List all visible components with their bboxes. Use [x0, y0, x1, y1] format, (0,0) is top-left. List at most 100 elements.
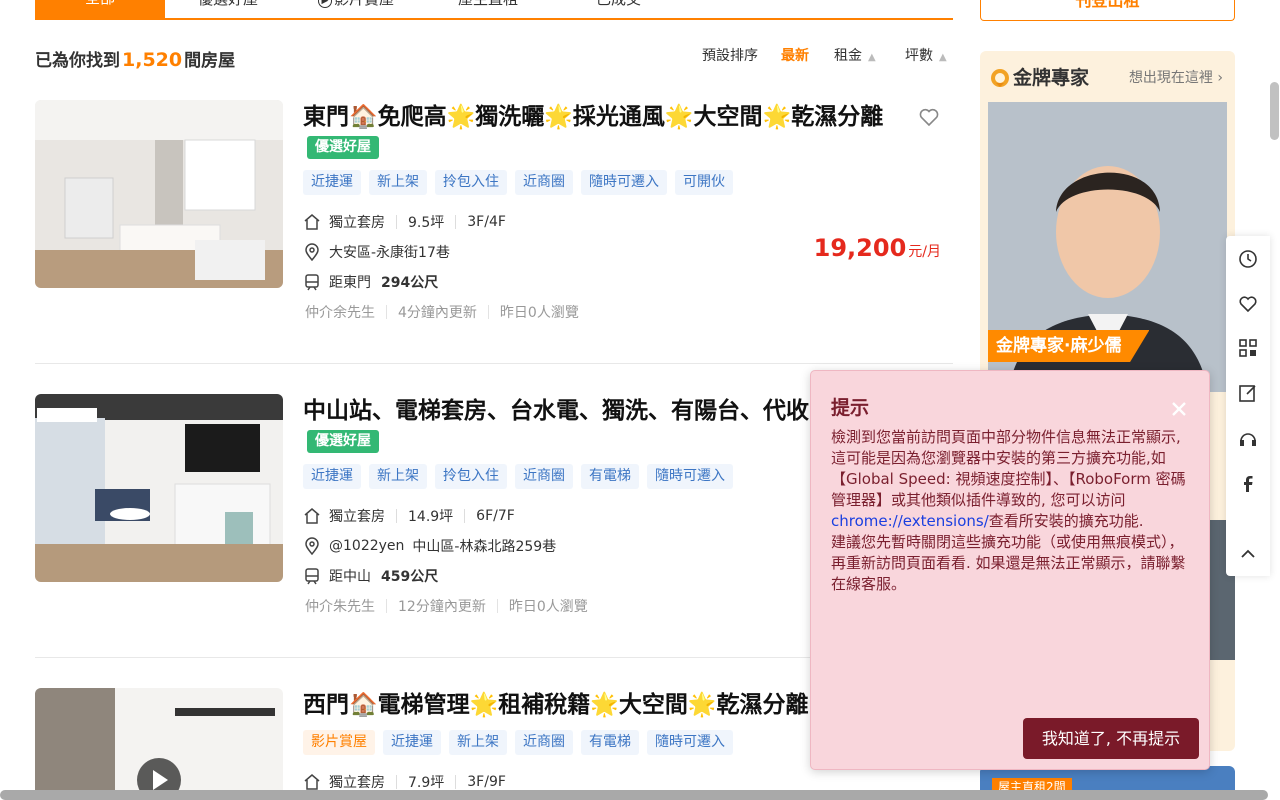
price-value: 19,200: [813, 234, 907, 262]
extensions-link[interactable]: chrome://extensions/: [831, 512, 989, 530]
dialog-text: 檢測到您當前訪問頁面中部分物件信息無法正常顯示, 這可能是因為您瀏覽器中安裝的第…: [831, 428, 1186, 509]
post-rental-button[interactable]: 刊登出租: [980, 0, 1235, 21]
edit-icon: [1239, 385, 1256, 402]
agent-name: 仲介余先生: [305, 305, 375, 321]
customer-service-button[interactable]: [1226, 417, 1270, 461]
tab-video[interactable]: ▶影片賞屋: [318, 0, 394, 9]
address-text: 中山區-林森北路259巷: [412, 539, 557, 555]
sort-size[interactable]: 坪數 ▲: [905, 45, 947, 65]
results-number: 1,520: [122, 49, 183, 71]
tab-all[interactable]: 全部: [35, 0, 165, 20]
property-size: 14.9坪: [408, 509, 454, 525]
station-distance: 294公尺: [381, 275, 439, 291]
home-icon: [304, 508, 320, 524]
property-transit: 距東門 294公尺: [303, 272, 438, 292]
listing-title[interactable]: 中山站、電梯套房、台水電、獨洗、有陽台、代收: [303, 394, 823, 428]
sort-arrow-icon: ▲: [868, 52, 876, 63]
location-pin-icon: [305, 243, 319, 261]
property-floor: 3F/4F: [467, 214, 506, 230]
tag: 近捷運: [303, 170, 361, 195]
facebook-icon: [1244, 476, 1253, 492]
sort-latest[interactable]: 最新: [781, 45, 809, 65]
property-type: 獨立套房: [329, 215, 385, 231]
property-address: @1022yen 中山區-林森北路259巷: [303, 536, 556, 556]
close-icon[interactable]: [1169, 399, 1189, 419]
listing-meta: 仲介余先生 4分鐘內更新 昨日0人瀏覽: [305, 302, 579, 322]
tab-closed[interactable]: 已成交: [596, 0, 641, 9]
view-count: 昨日0人瀏覽: [499, 305, 579, 321]
extension-warning-dialog: 提示 檢測到您當前訪問頁面中部分物件信息無法正常顯示, 這可能是因為您瀏覽器中安…: [810, 370, 1210, 770]
property-address: 大安區-永康街17巷: [303, 242, 450, 262]
update-time: 12分鐘內更新: [398, 599, 486, 615]
gold-expert-title: 金牌專家: [990, 63, 1089, 90]
chevron-up-icon: [1241, 549, 1255, 558]
listing-photo[interactable]: [35, 100, 283, 288]
home-icon: [304, 774, 320, 790]
sort-default[interactable]: 預設排序: [702, 45, 758, 65]
tag: 隨時可遷入: [647, 464, 733, 489]
dismiss-button[interactable]: 我知道了, 不再提示: [1023, 718, 1199, 759]
dialog-text: 建議您先暫時關閉這些擴充功能（或使用無痕模式），再重新訪問頁面看看. 如果還是無…: [831, 533, 1186, 593]
tag: 有電梯: [581, 464, 639, 489]
view-count: 昨日0人瀏覽: [508, 599, 588, 615]
sort-size-label: 坪數: [905, 48, 933, 64]
headset-icon: [1240, 433, 1256, 446]
tag: 近商圈: [515, 730, 573, 755]
tag: 可開伙: [675, 170, 733, 195]
advertise-link-text: 想出現在這裡: [1128, 70, 1213, 86]
qr-code-button[interactable]: [1226, 326, 1270, 370]
property-info: 獨立套房 9.5坪 3F/4F: [303, 212, 506, 232]
qr-code-icon: [1239, 339, 1257, 357]
property-type: 獨立套房: [329, 775, 385, 791]
tag-list: 近捷運 新上架 拎包入住 近商圈 隨時可遷入 可開伙: [303, 170, 733, 195]
divider: [35, 363, 953, 364]
history-icon: [1239, 250, 1257, 268]
floating-toolbar: [1226, 236, 1270, 576]
listing-title[interactable]: 西門🏠電梯管理🌟租補稅籍🌟大空間🌟乾濕分離: [303, 688, 823, 722]
tag: 近捷運: [383, 730, 441, 755]
sort-rent-label: 租金: [834, 48, 862, 64]
property-info: 獨立套房 7.9坪 3F/9F: [303, 772, 506, 792]
favorites-button[interactable]: [1226, 282, 1270, 326]
tag-list: 近捷運 新上架 拎包入住 近商圈 有電梯 隨時可遷入: [303, 464, 733, 489]
listing-photo[interactable]: [35, 394, 283, 582]
tag: 有電梯: [581, 730, 639, 755]
tag: 拎包入住: [435, 170, 507, 195]
station-name: 距中山: [329, 569, 371, 585]
tag: 隨時可遷入: [581, 170, 667, 195]
facebook-button[interactable]: [1226, 462, 1270, 506]
dialog-title: 提示: [831, 397, 870, 419]
address-prefix: @1022yen: [329, 538, 405, 554]
home-icon: [304, 214, 320, 230]
address-text: 大安區-永康街17巷: [329, 245, 450, 261]
tag: 近商圈: [515, 464, 573, 489]
tab-premium[interactable]: 優選好屋: [198, 0, 258, 9]
premium-badge: 優選好屋: [307, 136, 379, 159]
sort-arrow-icon: ▲: [939, 52, 947, 63]
back-to-top-button[interactable]: [1226, 532, 1270, 576]
tag: 近商圈: [515, 170, 573, 195]
advertise-link[interactable]: 想出現在這裡 ›: [1129, 67, 1223, 87]
vertical-scrollbar[interactable]: [1270, 82, 1279, 140]
tag: 拎包入住: [435, 464, 507, 489]
tab-owner[interactable]: 屋主直租: [458, 0, 518, 9]
gold-title-text: 金牌專家: [1013, 67, 1090, 89]
listing-title[interactable]: 東門🏠免爬高🌟獨洗曬🌟採光通風🌟大空間🌟乾濕分離: [303, 100, 913, 134]
premium-badge: 優選好屋: [307, 430, 379, 453]
property-floor: 6F/7F: [476, 508, 515, 524]
price-unit: 元/月: [908, 244, 941, 260]
history-button[interactable]: [1226, 237, 1270, 281]
agent-name: 仲介朱先生: [305, 599, 375, 615]
results-count: 已為你找到 1,520 間房屋: [35, 46, 235, 71]
results-suffix: 間房屋: [184, 51, 236, 71]
tag: 新上架: [369, 170, 427, 195]
tag: 新上架: [449, 730, 507, 755]
heart-icon[interactable]: [919, 108, 939, 126]
horizontal-scrollbar[interactable]: [0, 790, 1268, 800]
property-type: 獨立套房: [329, 509, 385, 525]
listing-item[interactable]: 東門🏠免爬高🌟獨洗曬🌟採光通風🌟大空間🌟乾濕分離 優選好屋 近捷運 新上架 拎包…: [35, 100, 953, 340]
feedback-button[interactable]: [1226, 371, 1270, 415]
results-prefix: 已為你找到: [35, 51, 120, 71]
listing-price: 19,200 元/月: [814, 234, 941, 262]
sort-rent[interactable]: 租金 ▲: [834, 45, 876, 65]
